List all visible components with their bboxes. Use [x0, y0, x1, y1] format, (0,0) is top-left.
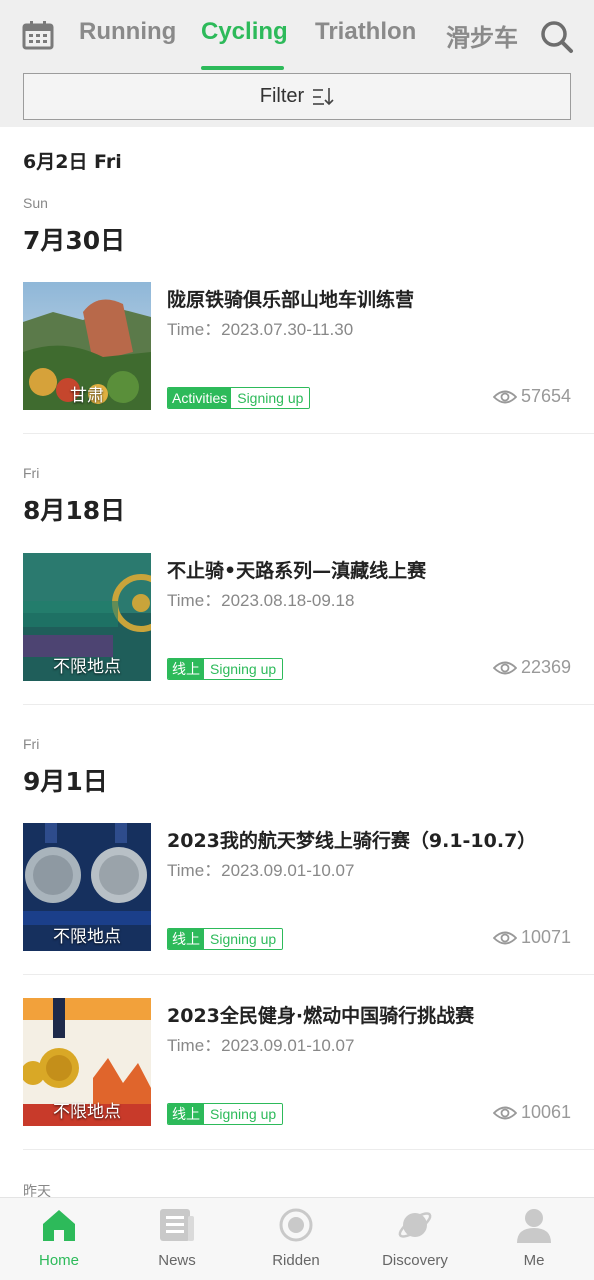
- view-count: 10061: [492, 1102, 571, 1123]
- me-icon: [517, 1209, 551, 1243]
- event-title: 陇原铁骑俱乐部山地车训练营: [167, 289, 415, 311]
- nav-me-label: Me: [523, 1252, 545, 1269]
- view-count: 57654: [492, 386, 571, 407]
- discovery-icon: [398, 1212, 432, 1238]
- tab-balance-bike[interactable]: 滑步车: [446, 18, 518, 53]
- home-icon: [43, 1210, 75, 1241]
- event-tags: 线上 Signing up: [167, 928, 284, 950]
- filter-label: Filter: [259, 85, 305, 107]
- status-tag: Signing up: [204, 929, 283, 949]
- search-icon[interactable]: [540, 20, 574, 54]
- tab-running[interactable]: Running: [79, 18, 176, 46]
- event-location: 不限地点: [53, 1102, 121, 1122]
- news-icon: [160, 1209, 194, 1241]
- calendar-icon[interactable]: [22, 20, 54, 50]
- view-count-value: 22369: [520, 657, 571, 677]
- weekday-label: Sun: [23, 195, 48, 211]
- active-tab-indicator: [201, 66, 284, 70]
- event-time: Time：2023.09.01-10.07: [167, 861, 355, 880]
- eye-icon: [492, 661, 517, 674]
- view-count: 22369: [492, 657, 571, 678]
- nav-ridden-label: Ridden: [272, 1252, 320, 1269]
- status-tag: Signing up: [204, 659, 283, 679]
- eye-icon: [492, 390, 517, 403]
- view-count-value: 10071: [520, 927, 571, 947]
- filter-button[interactable]: Filter: [23, 73, 571, 120]
- event-title: 不止骑•天路系列—滇藏线上赛: [167, 560, 427, 582]
- event-type-tag: 线上: [168, 1104, 204, 1124]
- divider: [23, 704, 594, 705]
- weekday-label: Fri: [23, 736, 40, 752]
- eye-icon: [492, 1106, 517, 1119]
- nav-me[interactable]: Me: [475, 1198, 593, 1280]
- weekday-label: 昨天: [23, 1183, 51, 1197]
- event-location: 不限地点: [53, 927, 121, 947]
- nav-ridden[interactable]: Ridden: [237, 1198, 355, 1280]
- event-tags: 线上 Signing up: [167, 1103, 284, 1125]
- event-card[interactable]: 不限地点 2023全民健身·燃动中国骑行挑战赛 Time：2023.09.01-…: [23, 998, 571, 1126]
- nav-discovery-label: Discovery: [382, 1252, 448, 1269]
- event-title: 2023我的航天梦线上骑行赛（9.1-10.7）: [167, 830, 537, 852]
- event-type-tag: 线上: [168, 659, 204, 679]
- status-tag: Signing up: [204, 1104, 283, 1124]
- event-time: Time：2023.08.18-09.18: [167, 591, 355, 610]
- date-heading: 9月1日: [23, 767, 108, 796]
- event-thumbnail: 不限地点: [23, 998, 151, 1126]
- event-card[interactable]: 不限地点 不止骑•天路系列—滇藏线上赛 Time：2023.08.18-09.1…: [23, 553, 571, 681]
- divider: [23, 433, 594, 434]
- event-location: 甘肃: [70, 386, 104, 406]
- event-type-tag: 线上: [168, 929, 204, 949]
- event-list: 6月2日 Fri Sun 7月30日 甘肃 陇原铁骑俱乐部山地车训练营 Time…: [0, 127, 594, 1197]
- nav-news[interactable]: News: [118, 1198, 236, 1280]
- event-type-tag: Activities: [168, 388, 232, 408]
- event-tags: Activities Signing up: [167, 387, 311, 409]
- view-count: 10071: [492, 927, 571, 948]
- event-tags: 线上 Signing up: [167, 658, 284, 680]
- event-thumbnail: 不限地点: [23, 553, 151, 681]
- today-date: 6月2日 Fri: [23, 151, 122, 173]
- bottom-navigation: Home News Ridden Discovery Me: [0, 1197, 594, 1280]
- header: Running Cycling Triathlon 滑步车 Filter: [0, 0, 594, 127]
- nav-discovery[interactable]: Discovery: [356, 1198, 474, 1280]
- event-card[interactable]: 甘肃 陇原铁骑俱乐部山地车训练营 Time：2023.07.30-11.30 A…: [23, 282, 571, 410]
- divider: [23, 974, 594, 975]
- ridden-icon: [279, 1208, 313, 1242]
- event-card[interactable]: 不限地点 2023我的航天梦线上骑行赛（9.1-10.7） Time：2023.…: [23, 823, 571, 951]
- status-tag: Signing up: [231, 388, 310, 408]
- event-time: Time：2023.07.30-11.30: [167, 320, 354, 339]
- event-thumbnail: 甘肃: [23, 282, 151, 410]
- date-heading: 7月30日: [23, 226, 126, 255]
- date-heading: 8月18日: [23, 496, 126, 525]
- sort-icon: [313, 87, 334, 105]
- sport-tabs: Running Cycling Triathlon 滑步车: [0, 0, 594, 70]
- tab-cycling[interactable]: Cycling: [201, 18, 288, 46]
- event-title: 2023全民健身·燃动中国骑行挑战赛: [167, 1005, 475, 1027]
- divider: [23, 1149, 594, 1150]
- view-count-value: 57654: [520, 386, 571, 406]
- view-count-value: 10061: [520, 1102, 571, 1122]
- event-location: 不限地点: [53, 657, 121, 677]
- event-time: Time：2023.09.01-10.07: [167, 1036, 355, 1055]
- nav-home[interactable]: Home: [0, 1198, 118, 1280]
- nav-home-label: Home: [38, 1252, 79, 1269]
- eye-icon: [492, 931, 517, 944]
- weekday-label: Fri: [23, 465, 40, 481]
- tab-triathlon[interactable]: Triathlon: [315, 18, 416, 46]
- nav-news-label: News: [158, 1252, 196, 1269]
- event-thumbnail: 不限地点: [23, 823, 151, 951]
